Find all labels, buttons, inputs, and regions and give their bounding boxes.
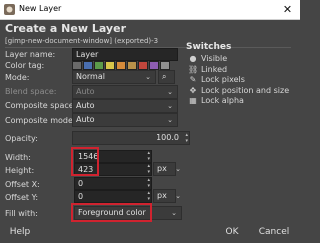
switch-lock-pixels[interactable]: ✎ Lock pixels	[188, 75, 245, 84]
composite-space-select[interactable]: Auto ⌄	[72, 99, 178, 113]
offset-y-value: 0	[78, 192, 84, 201]
color-tag-swatch[interactable]	[138, 61, 148, 70]
spin-arrows-icon: ▴ ▾	[147, 150, 150, 162]
composite-space-label: Composite space:	[5, 101, 77, 110]
offset-y-label: Offset Y:	[5, 193, 39, 202]
color-tag-swatch[interactable]	[94, 61, 104, 70]
blend-space-label: Blend space:	[5, 87, 57, 96]
chevron-down-icon: ⌄	[167, 116, 173, 124]
offset-x-input[interactable]: 0 ▴ ▾	[74, 177, 152, 190]
switch-linked[interactable]: ⛓ Linked	[188, 65, 227, 74]
color-tag-swatch[interactable]	[127, 61, 137, 70]
highlight-box-fill	[71, 203, 152, 222]
fill-with-label: Fill with:	[5, 209, 38, 218]
chevron-down-icon: ⌄	[171, 209, 177, 217]
ok-button[interactable]: OK	[224, 225, 240, 239]
mode-label: Mode:	[5, 73, 30, 82]
chevron-down-icon: ⌄	[167, 88, 173, 96]
opacity-label: Opacity:	[5, 134, 38, 143]
checker-icon: ▦	[189, 96, 197, 105]
color-tag-swatch[interactable]	[105, 61, 115, 70]
height-label: Height:	[5, 166, 35, 175]
spin-arrows-icon: ▴ ▾	[147, 163, 150, 175]
switches-title: Switches	[186, 42, 232, 52]
offset-unit-value: px	[157, 191, 167, 200]
composite-mode-value: Auto	[76, 115, 95, 124]
offset-x-value: 0	[78, 179, 84, 188]
layer-name-label: Layer name:	[5, 50, 56, 59]
color-tag-swatch[interactable]	[83, 61, 93, 70]
dialog-subheading: [gimp-new-document-window] (exported)-3	[5, 37, 159, 45]
chevron-down-icon: ⌄	[167, 102, 173, 110]
offset-y-input[interactable]: 0 ▴ ▾	[74, 190, 152, 203]
switch-label: Lock pixels	[201, 75, 245, 84]
composite-mode-select[interactable]: Auto ⌄	[72, 113, 178, 127]
switch-label: Linked	[201, 64, 228, 74]
size-unit-value: px	[157, 164, 167, 173]
window-title: New Layer	[19, 4, 62, 13]
mode-extra-button[interactable]: ⌕	[158, 70, 175, 84]
mode-select[interactable]: Normal ⌄	[72, 70, 156, 84]
blend-space-value: Auto	[76, 87, 95, 96]
spin-arrows-icon: ▴ ▾	[185, 132, 188, 144]
offset-unit-select[interactable]: px ⌄	[153, 189, 181, 203]
chevron-down-icon: ⌄	[175, 165, 181, 173]
close-button[interactable]: ✕	[275, 0, 300, 19]
offset-x-label: Offset X:	[5, 180, 40, 189]
spin-arrows-icon: ▴ ▾	[147, 190, 150, 202]
color-tag-swatch[interactable]	[149, 61, 159, 70]
switch-label: Lock alpha	[201, 96, 244, 105]
eye-icon: ●	[189, 54, 197, 63]
opacity-slider[interactable]: 100.0 ▴ ▾	[72, 131, 190, 145]
help-button[interactable]: Help	[9, 225, 31, 239]
chevron-down-icon: ⌄	[175, 192, 181, 200]
switch-label: Lock position and size	[201, 85, 290, 95]
color-tag-label: Color tag:	[5, 61, 45, 70]
chain-icon: ⛓	[188, 64, 199, 74]
switch-label: Visible	[201, 54, 228, 63]
gimp-app-icon	[4, 4, 15, 15]
blend-space-select[interactable]: Auto ⌄	[72, 85, 178, 99]
color-tag-swatch[interactable]	[72, 61, 82, 70]
mode-extra-glyph: ⌕	[162, 72, 167, 81]
switch-lock-alpha[interactable]: ▦ Lock alpha	[188, 96, 244, 105]
brush-icon: ✎	[189, 75, 197, 84]
chevron-down-icon: ⌄	[145, 73, 151, 81]
color-tag-swatch[interactable]	[116, 61, 126, 70]
composite-mode-label: Composite mode:	[5, 116, 76, 125]
composite-space-value: Auto	[76, 101, 95, 110]
mode-value: Normal	[76, 72, 105, 81]
move-icon: ✥	[189, 85, 197, 95]
switch-lock-position-and-size[interactable]: ✥ Lock position and size	[188, 86, 289, 95]
spin-arrows-icon: ▴ ▾	[147, 177, 150, 189]
opacity-value: 100.0	[156, 133, 179, 142]
dialog-heading: Create a New Layer	[5, 22, 126, 35]
width-label: Width:	[5, 153, 31, 162]
color-tag-swatch[interactable]	[160, 61, 170, 70]
cancel-button[interactable]: Cancel	[257, 225, 291, 239]
size-unit-select[interactable]: px ⌄	[153, 162, 181, 176]
highlight-box-size	[71, 147, 99, 176]
title-bar: New Layer ✕	[0, 0, 300, 20]
switch-visible[interactable]: ● Visible	[188, 54, 228, 63]
